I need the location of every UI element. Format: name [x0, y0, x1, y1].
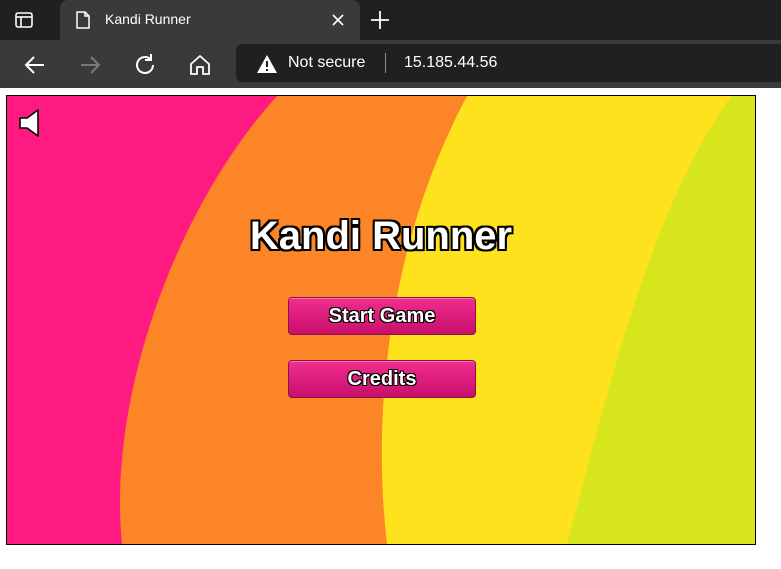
tab-actions-icon[interactable] [14, 10, 34, 30]
plus-icon[interactable] [368, 8, 392, 32]
browser-tab-bar: Kandi Runner [0, 0, 781, 40]
credits-label: Credits [347, 368, 417, 390]
home-icon[interactable] [187, 52, 213, 78]
browser-toolbar: Not secure 15.185.44.56 [0, 40, 781, 88]
address-divider [385, 53, 386, 73]
address-bar[interactable]: Not secure 15.185.44.56 [236, 44, 781, 82]
security-status[interactable]: Not secure [288, 54, 365, 72]
start-game-button[interactable]: Start Game [288, 297, 476, 335]
browser-tab[interactable]: Kandi Runner [60, 0, 360, 40]
page-icon [76, 11, 90, 29]
back-arrow-icon[interactable] [22, 52, 48, 78]
forward-arrow-icon[interactable] [77, 52, 103, 78]
tab-title: Kandi Runner [105, 11, 191, 27]
game-title: Kandi Runner [249, 214, 513, 258]
start-game-label: Start Game [328, 305, 436, 327]
close-icon[interactable] [328, 10, 348, 30]
speaker-icon[interactable] [18, 108, 44, 138]
game-canvas[interactable]: Kandi Runner Start Game Credits [6, 95, 756, 545]
warning-icon[interactable] [256, 54, 278, 74]
url-text[interactable]: 15.185.44.56 [404, 54, 497, 72]
reload-icon[interactable] [132, 52, 158, 78]
credits-button[interactable]: Credits [288, 360, 476, 398]
